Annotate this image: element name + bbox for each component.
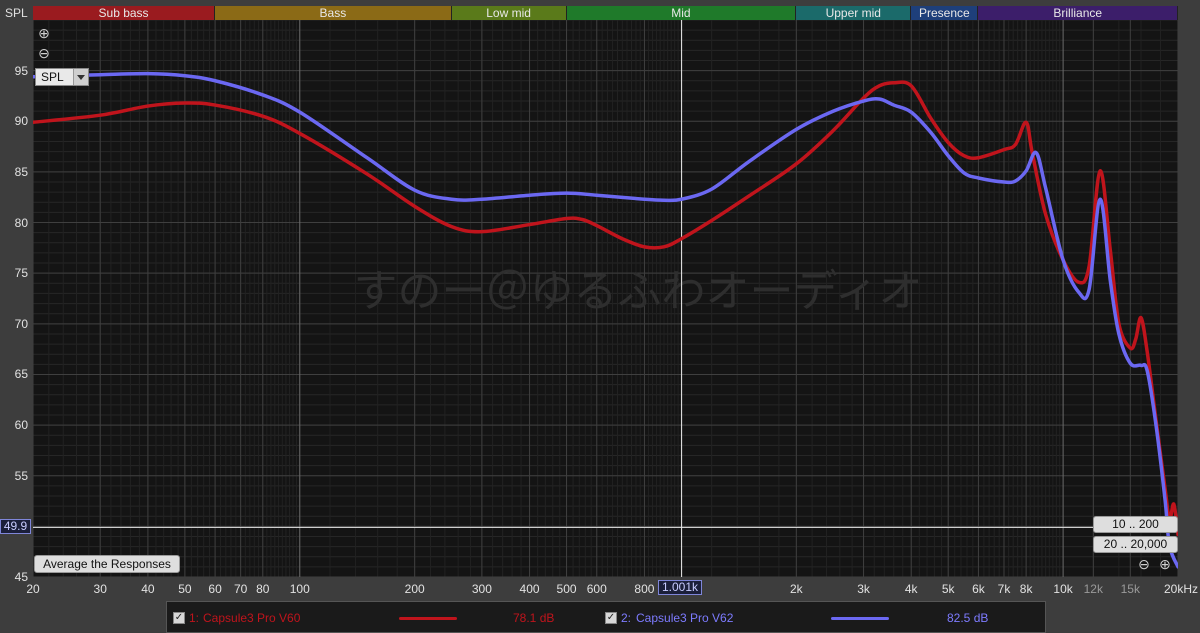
series-1-checkbox[interactable]: ✓ xyxy=(173,612,185,624)
y-tick-label: 75 xyxy=(14,266,28,281)
x-tick-label: 70 xyxy=(233,582,248,596)
band-mid: Mid xyxy=(566,6,797,20)
band-brilliance: Brilliance xyxy=(978,6,1178,20)
series-2-value: 82.5 dB xyxy=(947,611,989,625)
y-tick-label: 65 xyxy=(14,367,28,382)
band-low-mid: Low mid xyxy=(451,6,567,20)
x-tick-label: 200 xyxy=(404,582,425,596)
x-tick-label: 50 xyxy=(178,582,192,596)
x-tick-label: 800 xyxy=(634,582,655,596)
zoom-in-icon[interactable]: ⊕ xyxy=(37,26,51,40)
series-1-index: 1: xyxy=(189,611,200,625)
y-tick-label: 70 xyxy=(14,316,28,331)
legend: ✓ 1: Capsule3 Pro V60 78.1 dB ✓ 2: Capsu… xyxy=(166,601,1046,633)
series-2-checkbox[interactable]: ✓ xyxy=(605,612,617,624)
y-tick-label: 95 xyxy=(14,63,28,78)
x-tick-label: 30 xyxy=(93,582,107,596)
x-tick-label: 10k xyxy=(1053,582,1073,596)
series-1-swatch xyxy=(399,617,457,620)
average-responses-button[interactable]: Average the Responses xyxy=(34,555,180,573)
x-tick-label: 4k xyxy=(904,582,918,596)
plot-area[interactable]: すのー＠ゆるふわオーディオ xyxy=(33,20,1178,577)
x-tick-label: 20kHz xyxy=(1164,582,1199,596)
x-tick-label: 2k xyxy=(789,582,803,596)
x-tick-label: 600 xyxy=(586,582,607,596)
chevron-down-icon[interactable] xyxy=(73,69,88,85)
y-tick-label: 55 xyxy=(14,468,28,483)
series-2-name[interactable]: Capsule3 Pro V62 xyxy=(636,611,733,625)
range-20-20000-button[interactable]: 20 .. 20,000 xyxy=(1093,536,1178,553)
spl-select-value: SPL xyxy=(41,70,64,84)
x-tick-label: 5k xyxy=(941,582,955,596)
x-tick-label: 80 xyxy=(256,582,270,596)
y-tick-label: 85 xyxy=(14,164,28,179)
cursor-y-readout: 49.9 xyxy=(0,519,31,534)
series-2-swatch xyxy=(831,617,889,620)
x-tick-label: 8k xyxy=(1019,582,1033,596)
y-tick-label: 80 xyxy=(14,215,28,230)
frequency-response-chart: すのー＠ゆるふわオーディオ xyxy=(33,20,1178,577)
frequency-band-bar: Sub bass Bass Low mid Mid Upper mid Presence B… xyxy=(33,6,1178,20)
band-sub-bass: Sub bass xyxy=(33,6,216,20)
zoom-in-x-icon[interactable]: ⊕ xyxy=(1158,557,1172,571)
cursor-x-readout: 1.001k xyxy=(658,580,702,595)
series-1-name[interactable]: Capsule3 Pro V60 xyxy=(203,611,300,625)
series-1-value: 78.1 dB xyxy=(513,611,555,625)
y-tick-label: 45 xyxy=(14,570,28,584)
y-tick-label: 60 xyxy=(14,418,28,433)
x-tick-label: 60 xyxy=(208,582,222,596)
band-bass: Bass xyxy=(215,6,452,20)
watermark-text: すのー＠ゆるふわオーディオ xyxy=(354,266,923,317)
x-tick-label: 7k xyxy=(997,582,1011,596)
band-presence: Presence xyxy=(911,6,979,20)
x-tick-label: 100 xyxy=(289,582,310,596)
x-tick-label: 12k xyxy=(1083,582,1103,596)
spl-select[interactable]: SPL xyxy=(35,68,89,86)
y-axis-title: SPL xyxy=(5,6,28,20)
x-tick-label: 300 xyxy=(471,582,492,596)
x-tick-label: 3k xyxy=(857,582,870,596)
range-10-200-button[interactable]: 10 .. 200 xyxy=(1093,516,1178,533)
zoom-out-x-icon[interactable]: ⊖ xyxy=(1137,557,1151,571)
x-tick-label: 40 xyxy=(141,582,155,596)
series-2-index: 2: xyxy=(621,611,632,625)
band-upper-mid: Upper mid xyxy=(796,6,912,20)
x-tick-label: 6k xyxy=(972,582,985,596)
zoom-out-icon[interactable]: ⊖ xyxy=(37,46,51,60)
x-tick-label: 400 xyxy=(519,582,540,596)
x-tick-label: 500 xyxy=(556,582,577,596)
y-tick-label: 90 xyxy=(14,114,28,129)
x-tick-label: 20 xyxy=(26,582,40,596)
x-tick-label: 15k xyxy=(1120,582,1140,596)
